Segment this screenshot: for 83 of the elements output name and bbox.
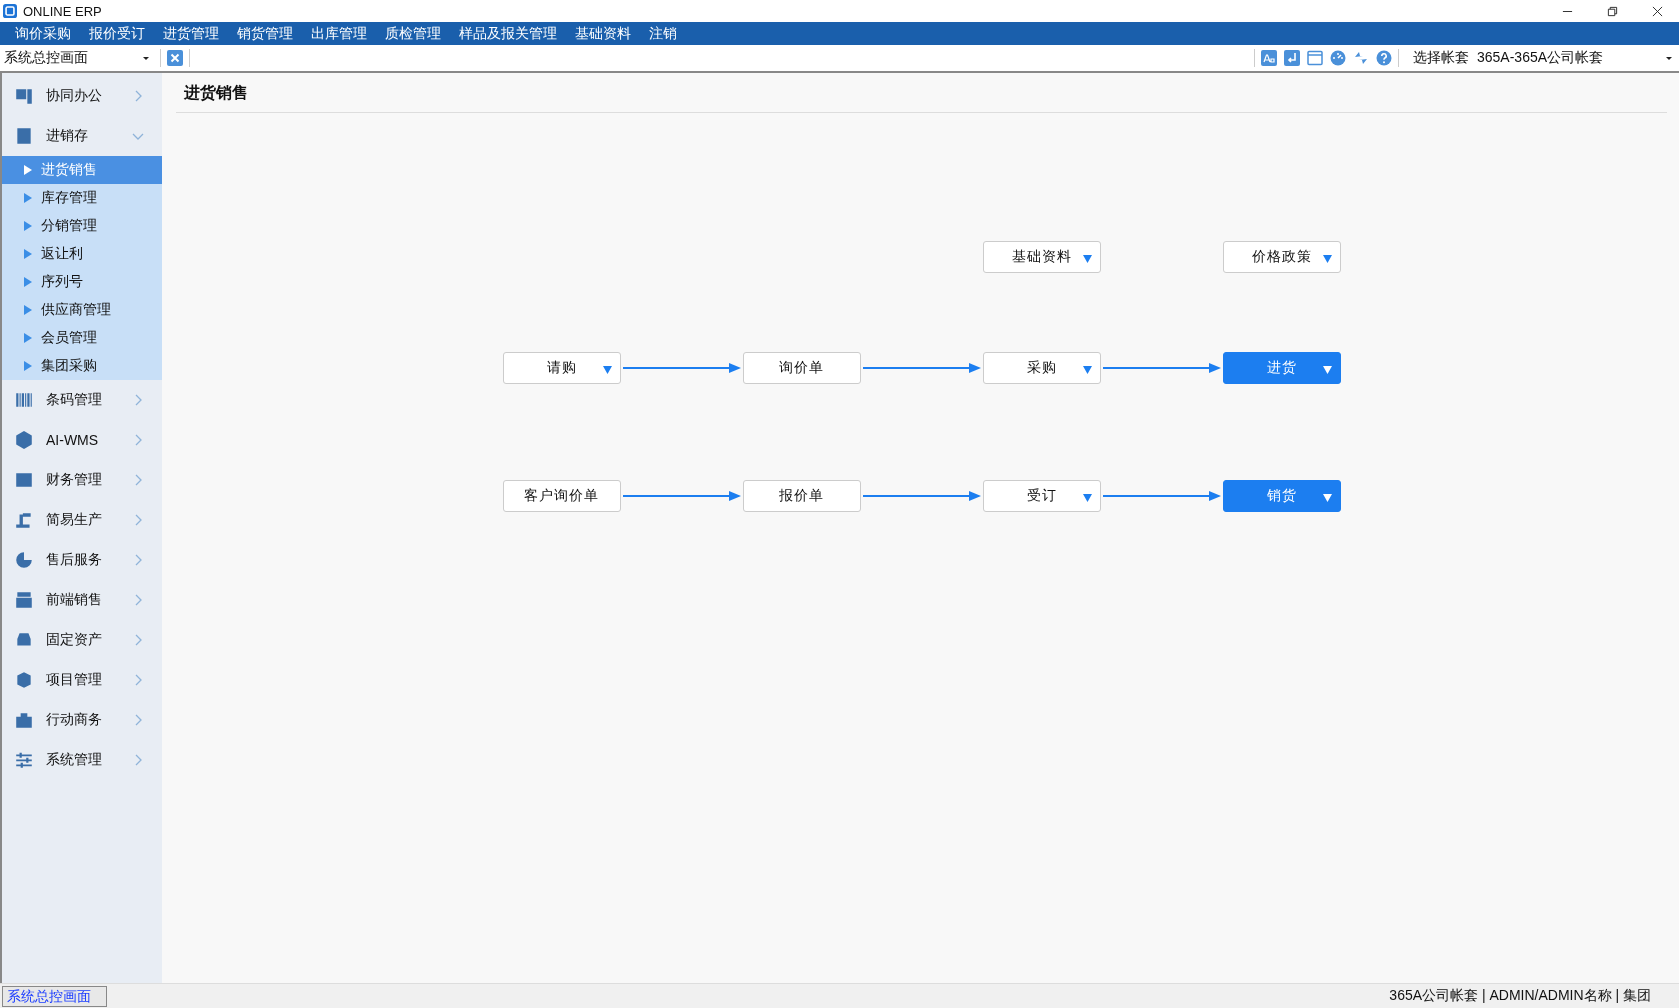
account-label: 选择帐套 [1413, 49, 1469, 67]
restore-icon[interactable] [1607, 5, 1618, 17]
flow-node[interactable]: 销货 [1222, 480, 1341, 512]
sidebar-item[interactable]: 财务管理 [2, 460, 162, 500]
dropdown-caret-icon[interactable] [1322, 254, 1332, 263]
flow-node[interactable]: 受订 [982, 480, 1101, 512]
triangle-icon [24, 221, 32, 231]
flow-node[interactable]: 基础资料 [982, 241, 1101, 273]
window-title: ONLINE ERP [23, 3, 102, 19]
app-logo-icon [3, 4, 17, 18]
submenu-item[interactable]: 集团采购 [2, 352, 162, 380]
sidebar-item[interactable]: 固定资产 [2, 620, 162, 660]
submenu-item[interactable]: 分销管理 [2, 212, 162, 240]
menu-item[interactable]: 报价受订 [80, 24, 154, 43]
module-icon [14, 750, 34, 770]
module-icon [14, 126, 34, 146]
submenu-item[interactable]: 库存管理 [2, 184, 162, 212]
status-info: 365A公司帐套 | ADMIN/ADMIN名称 | 集团 [1389, 987, 1652, 1005]
dropdown-caret-icon[interactable] [1082, 254, 1092, 263]
menu-item[interactable]: 进货管理 [154, 24, 228, 43]
caret-icon[interactable] [142, 54, 150, 62]
module-icon [14, 710, 34, 730]
page-select[interactable]: 系统总控画面 [0, 49, 154, 67]
flow-node[interactable]: 报价单 [742, 480, 861, 512]
dropdown-caret-icon[interactable] [602, 365, 612, 374]
return-icon[interactable] [1284, 50, 1300, 66]
module-icon [14, 590, 34, 610]
menu-item[interactable]: 销货管理 [228, 24, 302, 43]
submenu-item[interactable]: 供应商管理 [2, 296, 162, 324]
sidebar-item[interactable]: 售后服务 [2, 540, 162, 580]
sidebar-item[interactable]: 系统管理 [2, 740, 162, 780]
menu-item[interactable]: 出库管理 [302, 24, 376, 43]
menu-item[interactable]: 询价采购 [6, 24, 80, 43]
triangle-icon [24, 165, 32, 175]
module-icon [14, 510, 34, 530]
gauge-icon[interactable] [1330, 50, 1346, 66]
triangle-icon [24, 193, 32, 203]
dropdown-caret-icon[interactable] [1322, 493, 1332, 502]
window-icon[interactable] [1307, 50, 1323, 66]
close-icon[interactable] [1652, 5, 1663, 17]
flow-node[interactable]: 进货 [1222, 352, 1341, 384]
flow-node[interactable]: 请购 [502, 352, 621, 384]
triangle-icon [24, 277, 32, 287]
sidebar-item[interactable]: 进销存 [2, 116, 162, 156]
dropdown-caret-icon[interactable] [1082, 365, 1092, 374]
account-select[interactable]: 365A-365A公司帐套 [1477, 49, 1679, 67]
module-icon [14, 670, 34, 690]
sidebar-item[interactable]: AI-WMS [2, 420, 162, 460]
menu-item[interactable]: 注销 [640, 24, 686, 43]
sidebar-item[interactable]: 简易生产 [2, 500, 162, 540]
flow-node[interactable]: 询价单 [742, 352, 861, 384]
triangle-icon [24, 361, 32, 371]
triangle-icon [24, 249, 32, 259]
module-icon [14, 390, 34, 410]
page-heading: 进货销售 [176, 73, 1667, 113]
module-icon [14, 430, 34, 450]
sidebar-item[interactable]: 协同办公 [2, 76, 162, 116]
sidebar-item[interactable]: 项目管理 [2, 660, 162, 700]
module-icon [14, 86, 34, 106]
font-icon[interactable] [1261, 50, 1277, 66]
dropdown-caret-icon[interactable] [1082, 493, 1092, 502]
flow-node[interactable]: 价格政策 [1222, 241, 1341, 273]
menu-item[interactable]: 样品及报关管理 [450, 24, 566, 43]
submenu-item[interactable]: 会员管理 [2, 324, 162, 352]
menu-item[interactable]: 质检管理 [376, 24, 450, 43]
refresh-icon[interactable] [1353, 50, 1369, 66]
module-icon [14, 550, 34, 570]
caret-icon[interactable] [1665, 54, 1673, 62]
help-icon[interactable] [1376, 50, 1392, 66]
submenu-item[interactable]: 序列号 [2, 268, 162, 296]
sidebar-item[interactable]: 行动商务 [2, 700, 162, 740]
flow-node[interactable]: 客户询价单 [502, 480, 621, 512]
triangle-icon [24, 333, 32, 343]
flow-node[interactable]: 采购 [982, 352, 1101, 384]
close-tab-icon[interactable] [167, 50, 183, 66]
sidebar-item[interactable]: 条码管理 [2, 380, 162, 420]
triangle-icon [24, 305, 32, 315]
submenu-item[interactable]: 返让利 [2, 240, 162, 268]
dropdown-caret-icon[interactable] [1322, 365, 1332, 374]
menu-item[interactable]: 基础资料 [566, 24, 640, 43]
sidebar-item[interactable]: 前端销售 [2, 580, 162, 620]
module-icon [14, 470, 34, 490]
status-page: 系统总控画面 [2, 985, 107, 1007]
